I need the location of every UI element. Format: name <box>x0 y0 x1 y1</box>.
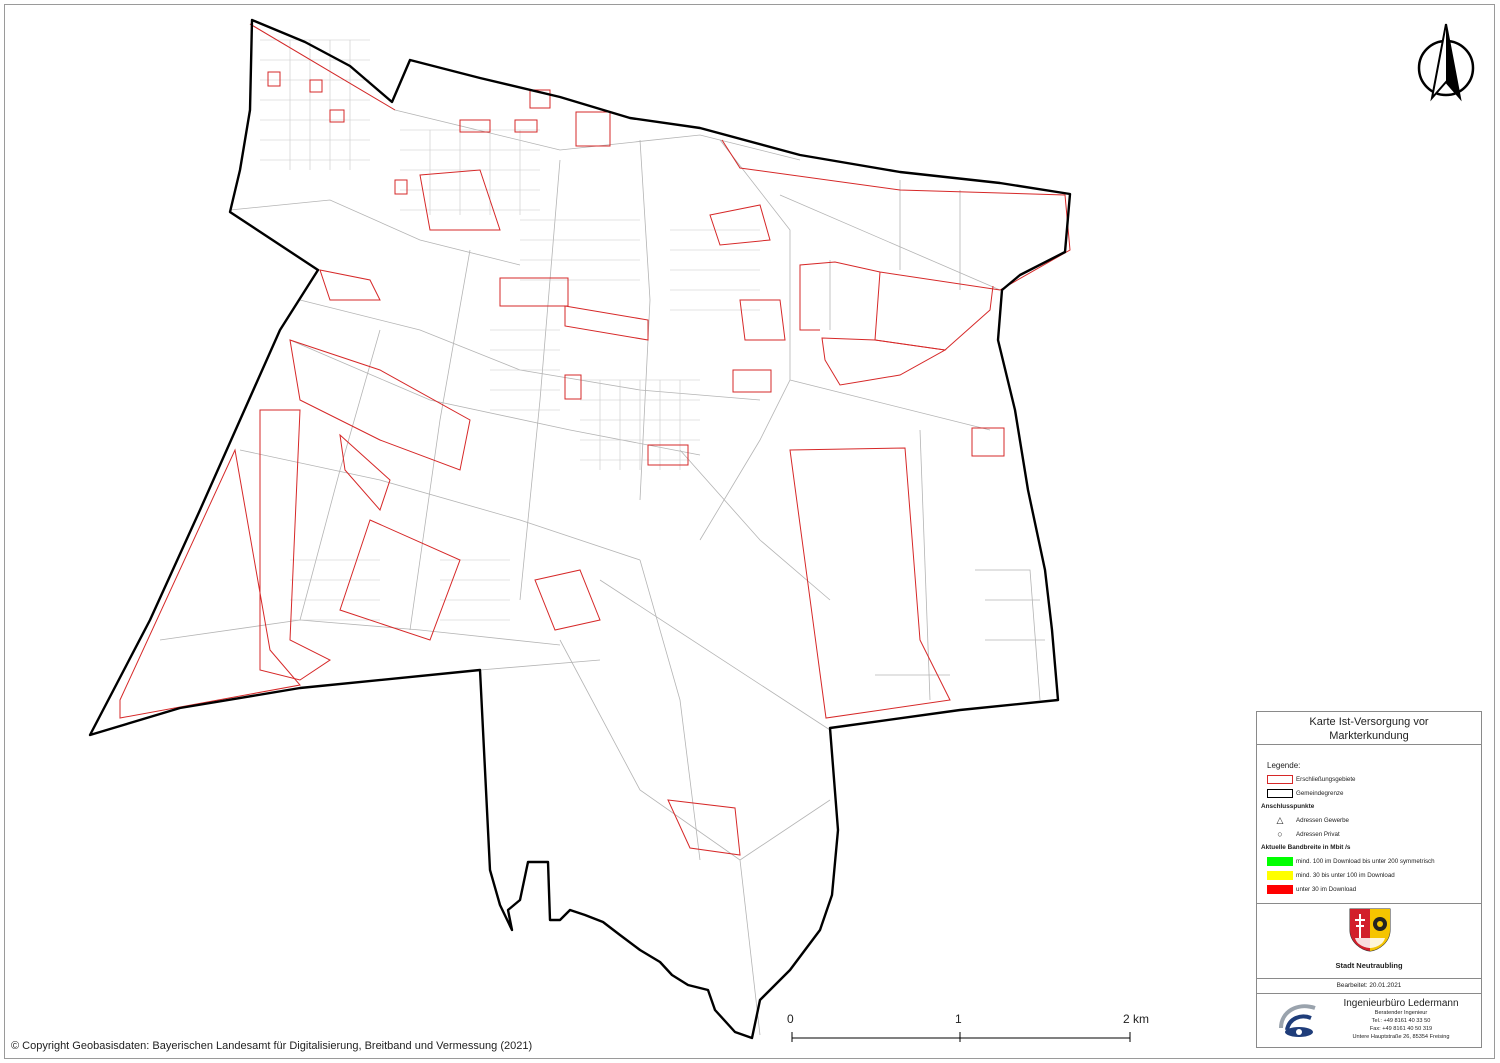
scale-bar: 0 1 2 km <box>780 1012 1160 1044</box>
legend-panel: Karte Ist-Versorgung vor Markterkundung … <box>1256 711 1482 1048</box>
anschluss-heading: Anschlusspunkte <box>1261 803 1315 810</box>
copyright-notice: © Copyright Geobasisdaten: Bayerischen L… <box>11 1040 533 1052</box>
legend-item-bandwidth-red: unter 30 im Download <box>1267 885 1356 894</box>
office-section: Ingenieurbüro Ledermann Beratender Ingen… <box>1257 994 1481 1050</box>
legend-item-gewerbe: △ Adressen Gewerbe <box>1267 816 1349 825</box>
yellow-swatch <box>1267 871 1293 880</box>
parcel-lines <box>159 23 1045 1036</box>
north-arrow-icon <box>1417 23 1475 102</box>
circle-icon: ○ <box>1277 829 1283 839</box>
bandwidth-heading: Aktuelle Bandbreite in Mbit /s <box>1261 844 1351 851</box>
development-swatch <box>1267 775 1293 784</box>
boundary-swatch <box>1267 789 1293 798</box>
red-swatch <box>1267 885 1293 894</box>
scale-bar-line <box>791 1032 1131 1042</box>
legend-section: Legende: Erschließungsgebiete Gemeindegr… <box>1257 745 1481 904</box>
office-line-2: Tel.: +49 8161 40 33 50 <box>1371 1018 1431 1024</box>
coat-of-arms-icon <box>1349 908 1391 952</box>
office-name: Ingenieurbüro Ledermann <box>1343 998 1459 1009</box>
office-line-3: Fax: +49 8161 40 50 319 <box>1369 1026 1433 1032</box>
green-swatch <box>1267 857 1293 866</box>
office-text: Ingenieurbüro Ledermann Beratender Ingen… <box>1323 998 1479 1041</box>
triangle-icon: △ <box>1276 815 1284 825</box>
office-logo-icon <box>1279 1004 1316 1037</box>
development-areas <box>119 23 1071 856</box>
municipal-boundary <box>88 18 1072 1040</box>
legend-item-bandwidth-yellow: mind. 30 bis unter 100 im Download <box>1267 871 1395 880</box>
town-logo-section: Stadt Neutraubling <box>1257 904 1481 979</box>
legend-item-development: Erschließungsgebiete <box>1267 775 1356 784</box>
town-name: Stadt Neutraubling <box>1335 961 1403 970</box>
legend-heading: Legende: <box>1267 761 1301 770</box>
office-line-4: Untere Hauptstraße 26, 85354 Freising <box>1352 1034 1450 1040</box>
map-title: Karte Ist-Versorgung vor Markterkundung <box>1257 712 1481 745</box>
edited-date: Bearbeitet: 20.01.2021 <box>1257 979 1481 994</box>
legend-item-bandwidth-green: mind. 100 im Download bis unter 200 symm… <box>1267 857 1435 866</box>
legend-item-boundary: Gemeindegrenze <box>1267 789 1343 798</box>
office-line-1: Beratender Ingenieur <box>1374 1010 1428 1016</box>
legend-item-privat: ○ Adressen Privat <box>1267 829 1339 839</box>
